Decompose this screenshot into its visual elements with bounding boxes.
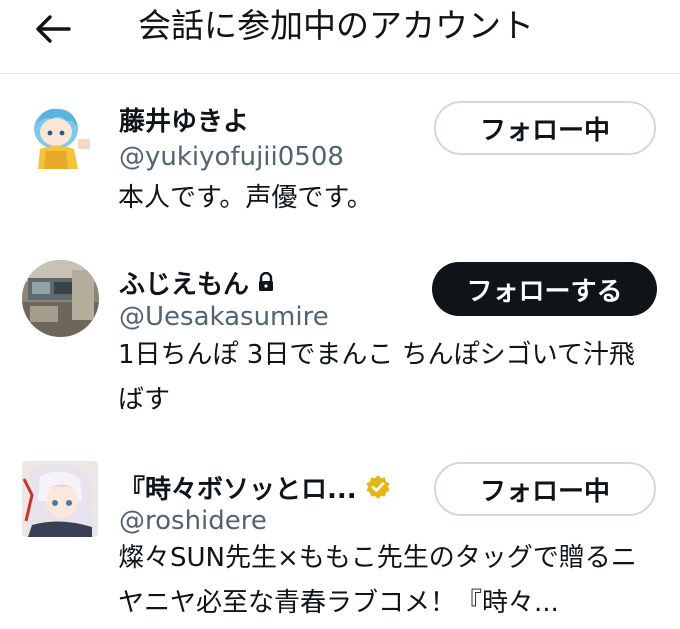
anime-silver-hair-avatar-image [22,461,98,537]
following-button[interactable]: フォロー中 [434,101,656,155]
handle[interactable]: @yukiyofujii0508 [119,140,344,174]
display-name[interactable]: 藤井ゆきよ [119,100,249,138]
bio: 本人です。声優です。 [118,183,373,213]
bio: 燦々SUN先生×ももこ先生のタッグで贈るニヤニヤ必至な青春ラブコメ！『時々... [118,543,637,618]
back-button[interactable] [30,6,76,52]
avatar[interactable] [22,461,98,537]
verified-gold-icon [365,474,391,500]
handle[interactable]: @Uesakasumire [119,300,329,334]
anime-girl-avatar-image [22,99,99,176]
room-photo-avatar-image [22,260,99,337]
header: 会話に参加中のアカウント [0,0,680,74]
arrow-left-icon [36,15,71,43]
display-name[interactable]: ふじえもん [119,263,275,301]
follow-button[interactable]: フォローする [432,262,657,316]
display-name[interactable]: 『時々ボソッとロ... [119,468,391,506]
bio: 1日ちんぽ 3日でまんこ ちんぽシゴいて汁飛ばす [118,340,635,415]
handle[interactable]: @roshidere [119,504,267,538]
page-title: 会話に参加中のアカウント [138,6,534,45]
avatar[interactable] [22,260,99,337]
lock-icon [257,272,275,292]
following-button[interactable]: フォロー中 [434,462,656,516]
avatar[interactable] [22,99,99,176]
